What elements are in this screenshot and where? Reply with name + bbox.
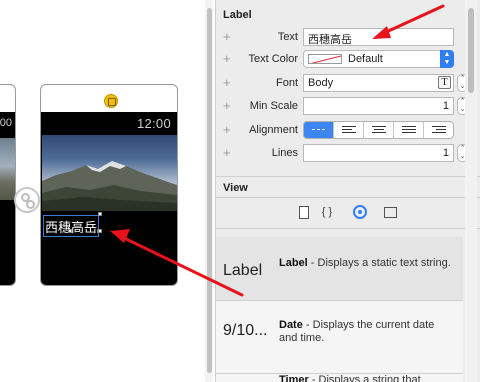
watch-label-selected[interactable]: 西穗高岳 — [43, 215, 100, 237]
divider — [216, 228, 480, 229]
image-fragment — [0, 138, 15, 200]
item-name: Timer — [279, 374, 309, 382]
min-scale-value: 1 — [442, 100, 449, 112]
row-text: + Text 西穗高岳 — [216, 27, 466, 49]
lines-field[interactable]: 1 — [303, 144, 454, 162]
film-icon[interactable] — [383, 205, 397, 219]
plus-icon[interactable]: + — [223, 51, 231, 66]
section-title-view: View — [223, 182, 248, 194]
interface-controller-left[interactable]: 00 — [0, 84, 16, 286]
item-preview: 9/10... — [223, 322, 268, 339]
align-left-segment[interactable] — [333, 122, 363, 138]
row-text-color: + Text Color Default ▲ ▼ — [216, 49, 466, 71]
mountain-image[interactable] — [42, 135, 177, 211]
scroll-thumb[interactable] — [468, 8, 474, 93]
watch-screen-left: 00 — [0, 112, 15, 285]
font-field[interactable]: Body T — [303, 74, 454, 92]
attributes-inspector: Label + Text 西穗高岳 + Text Color Default ▲… — [215, 0, 480, 382]
align-justify-segment[interactable] — [393, 122, 423, 138]
resize-handle[interactable] — [98, 212, 102, 216]
resize-handle[interactable] — [98, 229, 102, 233]
row-label: Alignment — [249, 124, 298, 136]
item-description: Label - Displays a static text string. — [279, 257, 454, 270]
row-label: Text Color — [248, 53, 298, 65]
file-icon[interactable] — [296, 205, 310, 219]
item-desc-text: - Displays the current date and time. — [279, 319, 435, 344]
plus-icon[interactable]: + — [223, 75, 231, 90]
min-scale-field[interactable]: 1 — [303, 97, 454, 115]
row-label: Min Scale — [249, 100, 298, 112]
align-center-segment[interactable] — [363, 122, 393, 138]
library-tab-bar: { } — [296, 205, 406, 221]
segue-icon[interactable] — [14, 187, 40, 213]
time-label: 12:00 — [136, 116, 171, 131]
row-font: + Font Body T ⌃ ⌄ — [216, 73, 468, 95]
divider — [216, 176, 480, 177]
chevron-updown-icon: ▲ ▼ — [440, 50, 454, 68]
text-field[interactable]: 西穗高岳 — [303, 28, 454, 46]
plus-icon[interactable]: + — [223, 29, 231, 44]
storyboard-canvas[interactable]: 00 12:00 西穗高岳 — [0, 0, 203, 382]
popup-value: Default — [348, 53, 383, 65]
row-min-scale: + Min Scale 1 ⌃ ⌄ — [216, 96, 468, 118]
item-description: Timer - Displays a string that — [279, 374, 454, 382]
library-item-label[interactable]: Label Label - Displays a static text str… — [216, 237, 463, 300]
item-desc-text: - Displays a string that — [308, 374, 421, 382]
plus-icon[interactable]: + — [223, 145, 231, 160]
library-item-date[interactable]: 9/10... Date - Displays the current date… — [216, 301, 463, 373]
divider — [216, 197, 480, 198]
glance-icon[interactable] — [104, 94, 118, 108]
alignment-segmented-control[interactable] — [303, 121, 454, 139]
inspector-scrollbar[interactable] — [465, 0, 477, 382]
item-name: Label — [279, 257, 308, 269]
resize-handle[interactable] — [68, 229, 72, 233]
item-preview: Label — [223, 262, 263, 279]
target-icon[interactable] — [353, 205, 367, 219]
lines-value: 1 — [442, 147, 449, 159]
section-title-label: Label — [223, 9, 252, 21]
mountain-picture — [42, 161, 177, 211]
library-item-timer[interactable]: Timer - Displays a string that — [216, 374, 463, 382]
item-name: Date — [279, 319, 303, 331]
row-alignment: + Alignment — [216, 120, 466, 142]
scroll-thumb[interactable] — [207, 8, 212, 373]
align-right-segment[interactable] — [423, 122, 453, 138]
row-label: Font — [275, 77, 298, 89]
text-color-popup[interactable]: Default ▲ ▼ — [303, 50, 454, 68]
align-natural-segment[interactable] — [304, 122, 333, 138]
font-value: Body — [308, 77, 334, 89]
item-desc-text: - Displays a static text string. — [307, 257, 451, 269]
interface-controller-main[interactable]: 12:00 西穗高岳 — [40, 84, 178, 286]
row-lines: + Lines 1 ⌃ ⌄ — [216, 143, 468, 165]
time-label-fragment: 00 — [0, 117, 12, 129]
plus-icon[interactable]: + — [223, 122, 231, 137]
row-label: Lines — [271, 147, 298, 159]
item-description: Date - Displays the current date and tim… — [279, 319, 454, 345]
row-label: Text — [277, 31, 298, 43]
object-library: Label Label - Displays a static text str… — [216, 237, 463, 382]
braces-icon[interactable]: { } — [320, 205, 334, 219]
color-swatch — [308, 54, 342, 64]
t-icon[interactable]: T — [438, 76, 451, 89]
canvas-scrollbar[interactable] — [205, 0, 213, 382]
plus-icon[interactable]: + — [223, 98, 231, 113]
watch-screen-main: 12:00 西穗高岳 — [41, 112, 177, 285]
